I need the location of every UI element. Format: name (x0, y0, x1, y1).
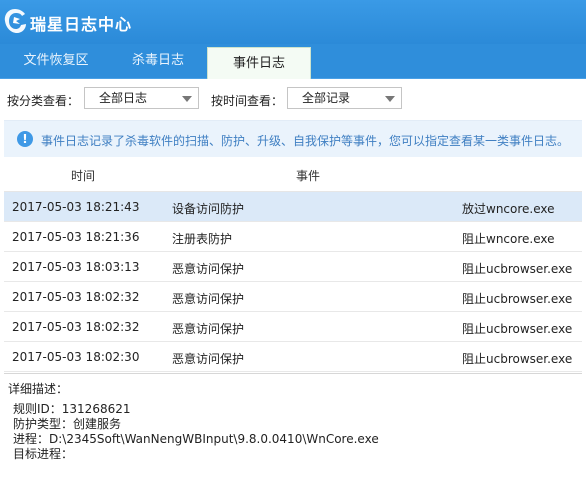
info-icon: ! (17, 131, 33, 147)
notice-text: 事件日志记录了杀毒软件的扫描、防护、升级、自我保护等事件，您可以指定查看某一类事… (41, 134, 570, 148)
row-action: 阻止ucbrowser.exe (462, 292, 573, 306)
time-select-value: 全部记录 (302, 91, 351, 105)
chevron-down-icon (182, 96, 192, 102)
tab-bar: 文件恢复区 杀毒日志 事件日志 (0, 44, 586, 80)
row-action: 阻止ucbrowser.exe (462, 322, 573, 336)
row-event: 恶意访问保护 (172, 352, 245, 366)
table-row[interactable]: 2017-05-03 18:02:32 恶意访问保护 阻止ucbrowser.e… (4, 312, 582, 342)
row-time: 2017-05-03 18:02:32 (12, 320, 140, 334)
column-header-time[interactable]: 时间 (71, 167, 95, 184)
tab-event-log[interactable]: 事件日志 (207, 47, 311, 80)
row-action: 阻止ucbrowser.exe (462, 352, 573, 366)
row-time: 2017-05-03 18:02:32 (12, 290, 140, 304)
event-log-table: 时间 事件 2017-05-03 18:21:43 设备访问防护 放过wncor… (4, 157, 582, 374)
row-time: 2017-05-03 18:21:43 (12, 200, 140, 214)
row-action: 阻止ucbrowser.exe (462, 262, 573, 276)
table-row[interactable]: 2017-05-03 18:03:13 恶意访问保护 阻止ucbrowser.e… (4, 252, 582, 282)
tab-file-recovery[interactable]: 文件恢复区 (0, 44, 112, 78)
row-event: 恶意访问保护 (172, 262, 245, 276)
row-event: 恶意访问保护 (172, 322, 245, 336)
row-event: 恶意访问保护 (172, 292, 245, 306)
detail-panel: 详细描述： 规则ID：131268621 防护类型：创建服务 进程：D:\234… (4, 374, 582, 474)
category-select[interactable]: 全部日志 (84, 87, 199, 109)
row-time: 2017-05-03 18:02:30 (12, 350, 140, 364)
table-header: 时间 事件 (4, 157, 582, 192)
title-bar[interactable]: 瑞星日志中心 (0, 0, 586, 44)
row-action: 阻止wncore.exe (462, 232, 555, 246)
row-time: 2017-05-03 18:03:13 (12, 260, 140, 274)
info-notice: ! 事件日志记录了杀毒软件的扫描、防护、升级、自我保护等事件，您可以指定查看某一… (4, 120, 582, 158)
table-row[interactable]: 2017-05-03 18:02:32 恶意访问保护 阻止ucbrowser.e… (4, 282, 582, 312)
table-row[interactable]: 2017-05-03 18:02:30 恶意访问保护 阻止ucbrowser.e… (4, 342, 582, 372)
app-window: 瑞星日志中心 文件恢复区 杀毒日志 事件日志 按分类查看： 全部日志 按时间查看… (0, 0, 586, 477)
row-event: 注册表防护 (172, 232, 233, 246)
table-row[interactable]: 2017-05-03 18:21:36 注册表防护 阻止wncore.exe (4, 222, 582, 252)
detail-target-process: 目标进程： (13, 447, 74, 461)
detail-title: 详细描述： (8, 382, 69, 396)
category-filter-label: 按分类查看： (7, 94, 80, 108)
column-header-event[interactable]: 事件 (296, 167, 320, 184)
row-event: 设备访问防护 (172, 202, 245, 216)
category-select-value: 全部日志 (99, 91, 148, 105)
row-time: 2017-05-03 18:21:36 (12, 230, 140, 244)
chevron-down-icon (385, 96, 395, 102)
time-filter-label: 按时间查看： (211, 94, 284, 108)
tab-antivirus-log[interactable]: 杀毒日志 (102, 44, 214, 78)
rising-lion-logo-icon (2, 6, 28, 36)
row-action: 放过wncore.exe (462, 202, 555, 216)
app-title: 瑞星日志中心 (30, 15, 133, 34)
time-select[interactable]: 全部记录 (287, 87, 402, 109)
table-row[interactable]: 2017-05-03 18:21:43 设备访问防护 放过wncore.exe (4, 192, 582, 222)
